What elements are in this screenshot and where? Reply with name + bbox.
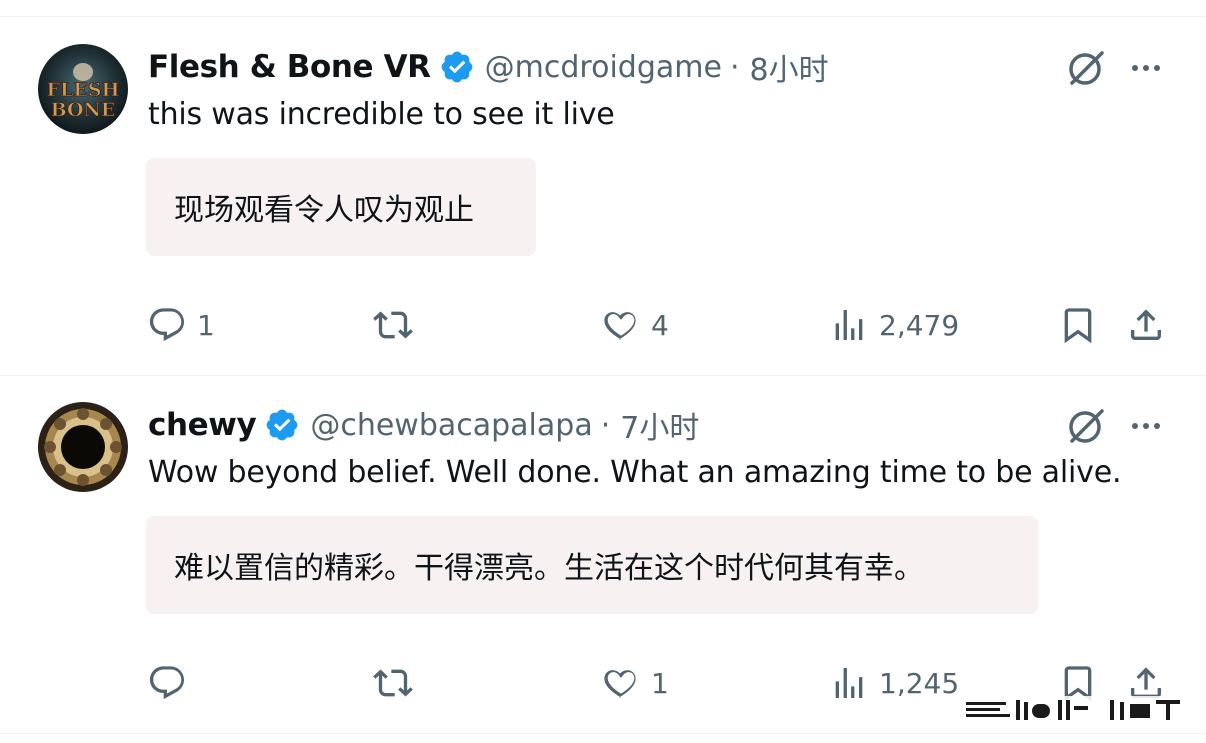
display-name[interactable]: Flesh & Bone VR — [148, 49, 431, 85]
watermark-logo — [960, 696, 1190, 722]
handle[interactable]: @chewbacapalapa — [310, 408, 592, 443]
action-bar: 1 4 2,479 — [0, 300, 1206, 350]
views-count: 2,479 — [879, 308, 960, 342]
handle[interactable]: @mcdroidgame — [485, 50, 722, 85]
translation-box: 难以置信的精彩。干得漂亮。生活在这个时代何其有幸。 — [146, 516, 1038, 614]
retweet-icon — [373, 311, 413, 339]
bottom-divider — [0, 733, 1206, 734]
translation-text: 难以置信的精彩。干得漂亮。生活在这个时代何其有幸。 — [174, 551, 924, 586]
reply-button[interactable] — [147, 658, 197, 708]
share-button[interactable] — [1126, 300, 1166, 350]
translation-box: 现场观看令人叹为观止 — [146, 158, 536, 256]
like-button[interactable]: 1 — [601, 658, 669, 708]
more-icon[interactable] — [1128, 50, 1164, 86]
avatar-text-top: FLESH — [46, 79, 119, 101]
reply-count: 1 — [197, 308, 215, 342]
like-icon — [604, 670, 636, 698]
timestamp[interactable]: 8小时 — [749, 45, 828, 89]
avatar[interactable] — [38, 402, 128, 492]
like-count: 4 — [651, 308, 669, 342]
views-count: 1,245 — [879, 666, 960, 700]
timestamp[interactable]: 7小时 — [620, 403, 699, 447]
grok-icon[interactable] — [1064, 46, 1108, 90]
tweet-text: Wow beyond belief. Well done. What an am… — [148, 455, 1122, 490]
separator-dot: · — [729, 49, 740, 85]
avatar-ring-image — [38, 402, 128, 492]
avatar-text-bottom: BONE — [51, 99, 116, 121]
grok-icon[interactable] — [1064, 404, 1108, 448]
bookmark-button[interactable] — [1058, 300, 1098, 350]
reply-icon — [149, 666, 185, 700]
retweet-icon — [373, 669, 413, 697]
tweet-header: chewy @chewbacapalapa · 7小时 — [148, 404, 699, 446]
like-count: 1 — [651, 666, 669, 700]
like-button[interactable]: 4 — [601, 300, 669, 350]
tweet-header: Flesh & Bone VR @mcdroidgame · 8小时 — [148, 46, 829, 88]
reply-icon — [149, 308, 185, 342]
views-button[interactable]: 2,479 — [829, 300, 959, 350]
share-icon — [1131, 309, 1161, 340]
verified-badge-icon[interactable] — [439, 49, 475, 85]
reply-button[interactable]: 1 — [147, 300, 215, 350]
top-divider — [0, 16, 1206, 17]
views-icon — [835, 310, 863, 340]
retweet-button[interactable] — [373, 658, 413, 708]
avatar-flesh-bone-logo: FLESH BONE — [38, 44, 128, 134]
tweet-divider — [0, 375, 1206, 376]
views-icon — [835, 668, 863, 698]
bookmark-icon — [1064, 308, 1092, 344]
more-icon[interactable] — [1128, 408, 1164, 444]
avatar[interactable]: FLESH BONE — [38, 44, 128, 134]
views-button[interactable]: 1,245 — [829, 658, 959, 708]
tweet-text: this was incredible to see it live — [148, 97, 615, 132]
separator-dot: · — [600, 407, 611, 443]
translation-text: 现场观看令人叹为观止 — [174, 193, 474, 228]
display-name[interactable]: chewy — [148, 407, 257, 443]
retweet-button[interactable] — [373, 300, 413, 350]
verified-badge-icon[interactable] — [264, 407, 300, 443]
like-icon — [604, 312, 636, 340]
